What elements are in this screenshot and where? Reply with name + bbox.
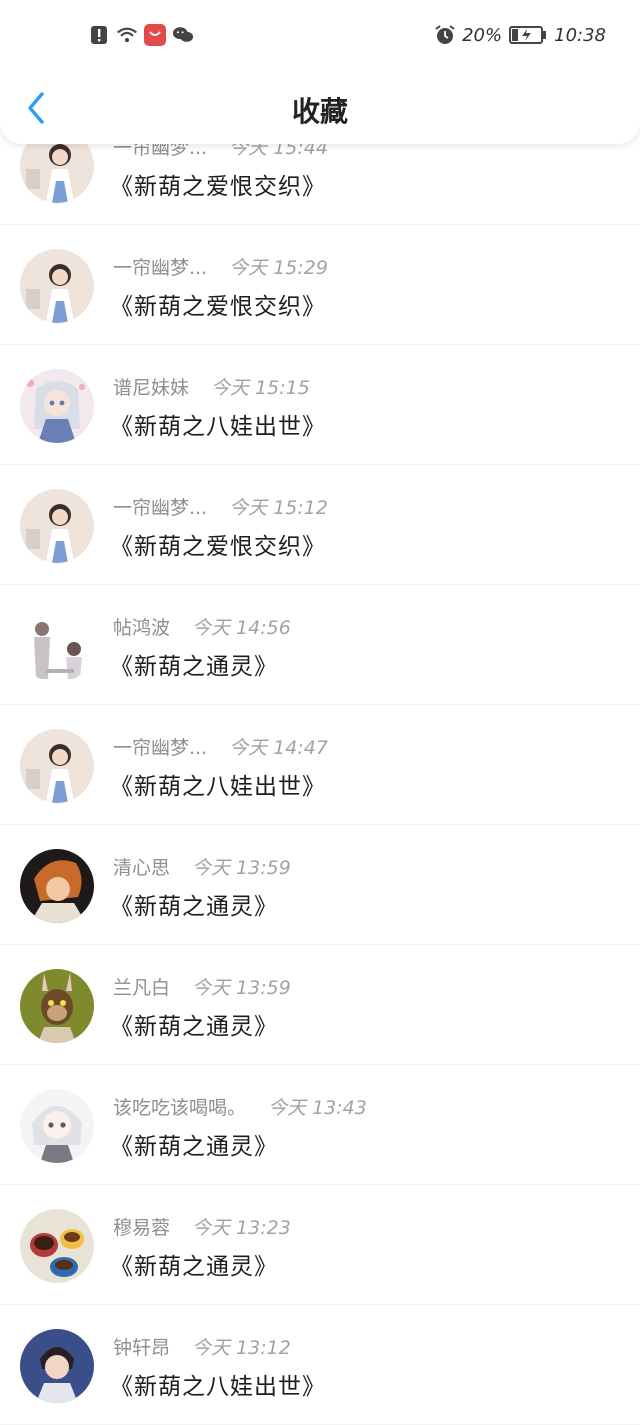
item-meta: 清心思 今天 13:59	[113, 853, 291, 880]
item-meta: 谱尼妹妹 今天 15:15	[113, 373, 310, 400]
item-title[interactable]: 《新葫之通灵》	[110, 647, 278, 681]
item-title[interactable]: 《新葫之爱恨交织》	[110, 287, 326, 321]
battery-icon	[508, 24, 548, 46]
avatar	[20, 1089, 94, 1163]
wechat-icon	[172, 24, 194, 46]
avatar	[20, 1329, 94, 1403]
item-title[interactable]: 《新葫之爱恨交织》	[110, 527, 326, 561]
list-item[interactable]: 钟轩昂 今天 13:12 《新葫之八娃出世》	[0, 1305, 640, 1424]
item-meta: 钟轩昂 今天 13:12	[113, 1333, 291, 1360]
timestamp: 今天 13:59	[192, 977, 291, 999]
item-meta: 帖鸿波 今天 14:56	[113, 613, 291, 640]
status-bar-right: 20% 10:38	[434, 24, 606, 46]
alarm-icon	[434, 24, 456, 46]
avatar	[20, 609, 94, 683]
list-item[interactable]: 穆易蓉 今天 13:23 《新葫之通灵》	[0, 1185, 640, 1304]
header: 20% 10:38 收藏	[0, 0, 640, 144]
list-item[interactable]: 帖鸿波 今天 14:56 《新葫之通灵》	[0, 585, 640, 704]
wifi-icon	[116, 24, 138, 46]
timestamp: 今天 15:12	[229, 497, 328, 519]
item-title[interactable]: 《新葫之通灵》	[110, 1247, 278, 1281]
item-title[interactable]: 《新葫之八娃出世》	[110, 1367, 326, 1401]
avatar	[20, 969, 94, 1043]
item-meta: 一帘幽梦... 今天 15:29	[113, 253, 328, 280]
user-name[interactable]: 帖鸿波	[113, 613, 170, 640]
item-title[interactable]: 《新葫之通灵》	[110, 1007, 278, 1041]
user-name[interactable]: 兰凡白	[113, 973, 170, 1000]
nav-bar: 收藏	[0, 72, 640, 144]
battery-percent: 20%	[462, 24, 503, 46]
user-name[interactable]: 一帘幽梦...	[113, 253, 207, 280]
item-meta: 该吃吃该喝喝。 今天 13:43	[113, 1093, 367, 1120]
user-name[interactable]: 该吃吃该喝喝。	[113, 1093, 246, 1120]
item-title[interactable]: 《新葫之通灵》	[110, 1127, 278, 1161]
item-title[interactable]: 《新葫之八娃出世》	[110, 767, 326, 801]
status-bar: 20% 10:38	[0, 0, 640, 72]
avatar	[20, 249, 94, 323]
list-item[interactable]: 兰凡白 今天 13:59 《新葫之通灵》	[0, 945, 640, 1064]
item-meta: 一帘幽梦... 今天 14:47	[113, 733, 328, 760]
avatar	[20, 1209, 94, 1283]
favorites-list: 一帘幽梦... 今天 15:44 《新葫之爱恨交织》 一帘幽梦... 今天 15…	[0, 105, 640, 1425]
page-title: 收藏	[291, 95, 348, 128]
app-store-icon	[144, 24, 166, 46]
item-meta: 穆易蓉 今天 13:23	[113, 1213, 291, 1240]
list-item[interactable]: 一帘幽梦... 今天 15:29 《新葫之爱恨交织》	[0, 225, 640, 344]
timestamp: 今天 14:56	[192, 617, 291, 639]
timestamp: 今天 13:43	[268, 1097, 367, 1119]
user-name[interactable]: 穆易蓉	[113, 1213, 170, 1240]
timestamp: 今天 14:47	[229, 737, 328, 759]
timestamp: 今天 13:12	[192, 1337, 291, 1359]
avatar	[20, 489, 94, 563]
status-bar-left	[88, 24, 194, 46]
clock: 10:38	[554, 24, 606, 46]
list-item[interactable]: 一帘幽梦... 今天 15:12 《新葫之爱恨交织》	[0, 465, 640, 584]
list-item[interactable]: 清心思 今天 13:59 《新葫之通灵》	[0, 825, 640, 944]
list-item[interactable]: 谱尼妹妹 今天 15:15 《新葫之八娃出世》	[0, 345, 640, 464]
user-name[interactable]: 钟轩昂	[113, 1333, 170, 1360]
avatar	[20, 729, 94, 803]
user-name[interactable]: 一帘幽梦...	[113, 493, 207, 520]
warning-icon	[88, 24, 110, 46]
item-title[interactable]: 《新葫之八娃出世》	[110, 407, 326, 441]
user-name[interactable]: 谱尼妹妹	[113, 373, 189, 400]
timestamp: 今天 13:59	[192, 857, 291, 879]
avatar	[20, 849, 94, 923]
list-item[interactable]: 一帘幽梦... 今天 14:47 《新葫之八娃出世》	[0, 705, 640, 824]
item-meta: 一帘幽梦... 今天 15:12	[113, 493, 328, 520]
list-item[interactable]: 该吃吃该喝喝。 今天 13:43 《新葫之通灵》	[0, 1065, 640, 1184]
avatar	[20, 369, 94, 443]
item-meta: 兰凡白 今天 13:59	[113, 973, 291, 1000]
timestamp: 今天 15:29	[229, 257, 328, 279]
timestamp: 今天 13:23	[192, 1217, 291, 1239]
timestamp: 今天 15:15	[211, 377, 310, 399]
item-title[interactable]: 《新葫之爱恨交织》	[110, 167, 326, 201]
user-name[interactable]: 清心思	[113, 853, 170, 880]
item-title[interactable]: 《新葫之通灵》	[110, 887, 278, 921]
user-name[interactable]: 一帘幽梦...	[113, 733, 207, 760]
